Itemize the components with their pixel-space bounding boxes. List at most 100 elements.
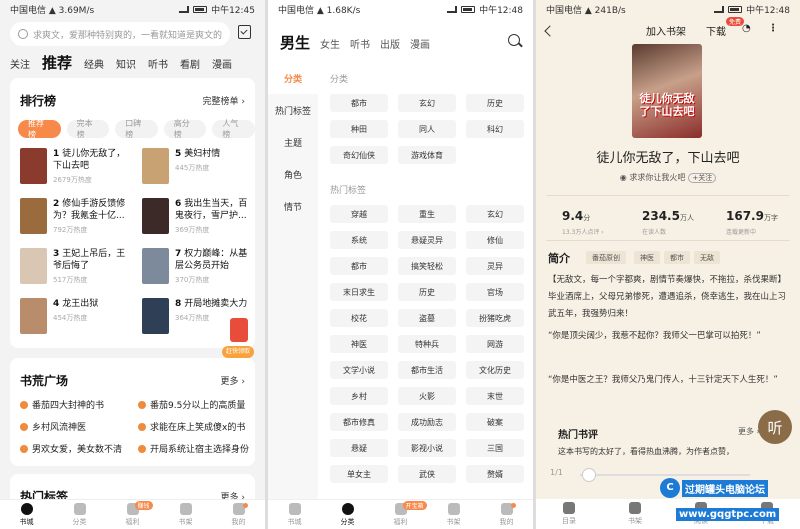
tab-bookshelf[interactable]: 书架 <box>159 500 212 529</box>
sidebar-item-hot-tags[interactable]: 热门标签 <box>268 94 318 126</box>
tag-chip[interactable]: 末世 <box>466 387 524 405</box>
tag-chip[interactable]: 修仙 <box>466 231 524 249</box>
checkin-icon[interactable] <box>238 25 251 39</box>
tag-chip[interactable]: 盗墓 <box>398 309 456 327</box>
sidebar-item-category[interactable]: 分类 <box>268 62 318 94</box>
pill-recommend[interactable]: 推荐榜 <box>18 119 61 139</box>
bookland-more-link[interactable]: 更多 › <box>221 374 245 387</box>
tag-chip[interactable]: 历史 <box>398 283 456 301</box>
ranking-item[interactable]: 1 徒儿你无敌了，下山去吧 2679万热度 <box>20 148 133 185</box>
tab-classic[interactable]: 经典 <box>84 56 104 71</box>
search-input[interactable]: 求爽文，爱那种特别爽的，一看就知道是爽文的 <box>10 22 230 46</box>
tab-audio[interactable]: 听书 <box>350 36 370 51</box>
ranking-item[interactable]: 6 我出生当天，百鬼夜行，雪尸护... 369万热度 <box>142 198 255 235</box>
tab-mine[interactable]: 我的 <box>480 500 533 529</box>
tag-chip[interactable]: 都市修真 <box>330 413 388 431</box>
tab-audio[interactable]: 听书 <box>148 56 168 71</box>
tag-chip[interactable]: 系统 <box>330 231 388 249</box>
tab-bookstore[interactable]: 书城 <box>268 500 321 529</box>
tab-knowledge[interactable]: 知识 <box>116 56 136 71</box>
comments-more-link[interactable]: 更多 › <box>738 426 760 437</box>
sidebar-item-theme[interactable]: 主题 <box>268 126 318 158</box>
listen-button[interactable]: 听 <box>758 410 792 444</box>
pill-reputation[interactable]: 口碑榜 <box>115 119 158 139</box>
tag-chip[interactable]: 校花 <box>330 309 388 327</box>
more-icon[interactable]: ⋮ <box>768 23 778 34</box>
add-to-shelf-button[interactable]: 加入书架 <box>646 23 686 38</box>
tag-chip[interactable]: 网游 <box>466 335 524 353</box>
sidebar-item-plot[interactable]: 情节 <box>268 190 318 222</box>
tab-follow[interactable]: 关注 <box>10 56 30 71</box>
sidebar-item-role[interactable]: 角色 <box>268 158 318 190</box>
progress-knob[interactable] <box>582 468 596 482</box>
pill-high-score[interactable]: 高分榜 <box>163 119 207 139</box>
tag-chip[interactable]: 破案 <box>466 413 524 431</box>
tag-chip[interactable]: 搞笑轻松 <box>398 257 456 275</box>
ranking-item[interactable]: 3 王妃上吊后，王爷后悔了 517万热度 <box>20 248 133 285</box>
category-chip[interactable]: 同人 <box>398 120 456 138</box>
tab-drama[interactable]: 看剧 <box>180 56 200 71</box>
category-chip[interactable]: 都市 <box>330 94 388 112</box>
comment-text[interactable]: 这本书写的太好了，看得热血沸腾，为作者点赞， <box>558 446 788 457</box>
tab-recommend[interactable]: 推荐 <box>42 52 72 73</box>
tab-comic[interactable]: 漫画 <box>212 56 232 71</box>
tag-chip[interactable]: 扮猪吃虎 <box>466 309 524 327</box>
category-chip[interactable]: 历史 <box>466 94 524 112</box>
tag-chip[interactable]: 重生 <box>398 205 456 223</box>
ranking-item[interactable]: 7 权力巅峰：从基层公务员开始 370万热度 <box>142 248 255 285</box>
back-icon[interactable] <box>544 25 556 37</box>
intro-tag[interactable]: 神医 <box>634 251 660 264</box>
bookland-item[interactable]: 番茄四大封神的书 <box>20 398 132 411</box>
pill-popular[interactable]: 人气榜 <box>212 119 255 139</box>
tab-welfare[interactable]: 开宝箱 福利 <box>374 500 427 529</box>
tag-chip[interactable]: 官场 <box>466 283 524 301</box>
tag-chip[interactable]: 灵异 <box>466 257 524 275</box>
search-icon[interactable] <box>508 34 520 46</box>
tag-chip[interactable]: 文化历史 <box>466 361 524 379</box>
tag-chip[interactable]: 武侠 <box>398 465 456 483</box>
tab-mine[interactable]: 我的 <box>212 500 265 529</box>
category-chip[interactable]: 游戏体育 <box>398 146 456 164</box>
ranking-item[interactable]: 2 修仙手游反馈修为？我氪金十亿... 792万热度 <box>20 198 133 235</box>
tag-chip[interactable]: 悬疑 <box>330 439 388 457</box>
intro-tag[interactable]: 都市 <box>664 251 690 264</box>
intro-tag[interactable]: 番茄原创 <box>586 251 626 264</box>
tab-welfare[interactable]: 赚钱 福利 <box>106 500 159 529</box>
tag-chip[interactable]: 乡村 <box>330 387 388 405</box>
bookland-item[interactable]: 开局系统让宿主选择身份 <box>138 442 250 455</box>
intro-tag[interactable]: 无敌 <box>694 251 720 264</box>
category-chip[interactable]: 种田 <box>330 120 388 138</box>
tag-chip[interactable]: 穿越 <box>330 205 388 223</box>
author-name[interactable]: 求求你让我火吧 <box>629 173 685 182</box>
bookland-item[interactable]: 求能在床上笑成傻x的书 <box>138 420 250 433</box>
tag-chip[interactable]: 末日求生 <box>330 283 388 301</box>
tag-chip[interactable]: 都市 <box>330 257 388 275</box>
tag-chip[interactable]: 玄幻 <box>466 205 524 223</box>
ranking-item[interactable]: 5 美妇村情 445万热度 <box>142 148 255 184</box>
tag-chip[interactable]: 影视小说 <box>398 439 456 457</box>
ranking-more-link[interactable]: 完整榜单 › <box>203 94 245 107</box>
tab-comic[interactable]: 漫画 <box>410 36 430 51</box>
tab-female[interactable]: 女生 <box>320 36 340 51</box>
tag-chip[interactable]: 单女主 <box>330 465 388 483</box>
tab-category[interactable]: 分类 <box>53 500 106 529</box>
category-chip[interactable]: 奇幻仙侠 <box>330 146 388 164</box>
stat-rating[interactable]: 9.4分 13.3万人点评 › <box>562 205 604 236</box>
bookland-item[interactable]: 番茄9.5分以上的高质量 <box>138 398 250 411</box>
comment-icon[interactable]: ◔ <box>742 23 751 34</box>
tab-bookstore[interactable]: 书城 <box>0 500 53 529</box>
pill-completed[interactable]: 完本榜 <box>66 119 110 139</box>
bookland-item[interactable]: 乡村风流神医 <box>20 420 132 433</box>
bookland-item[interactable]: 男欢女爱，美女数不清 <box>20 442 132 455</box>
tag-chip[interactable]: 文学小说 <box>330 361 388 379</box>
tab-bookshelf[interactable]: 书架 <box>427 500 480 529</box>
category-chip[interactable]: 科幻 <box>466 120 524 138</box>
tab-male[interactable]: 男生 <box>280 32 310 53</box>
tag-chip[interactable]: 三国 <box>466 439 524 457</box>
tab-catalog[interactable]: 目录 <box>536 499 602 529</box>
follow-button[interactable]: +关注 <box>688 173 717 183</box>
tag-chip[interactable]: 火影 <box>398 387 456 405</box>
download-button[interactable]: 下载 <box>706 23 726 38</box>
category-chip[interactable]: 玄幻 <box>398 94 456 112</box>
ranking-item[interactable]: 4 龙王出狱 454万热度 <box>20 298 133 334</box>
